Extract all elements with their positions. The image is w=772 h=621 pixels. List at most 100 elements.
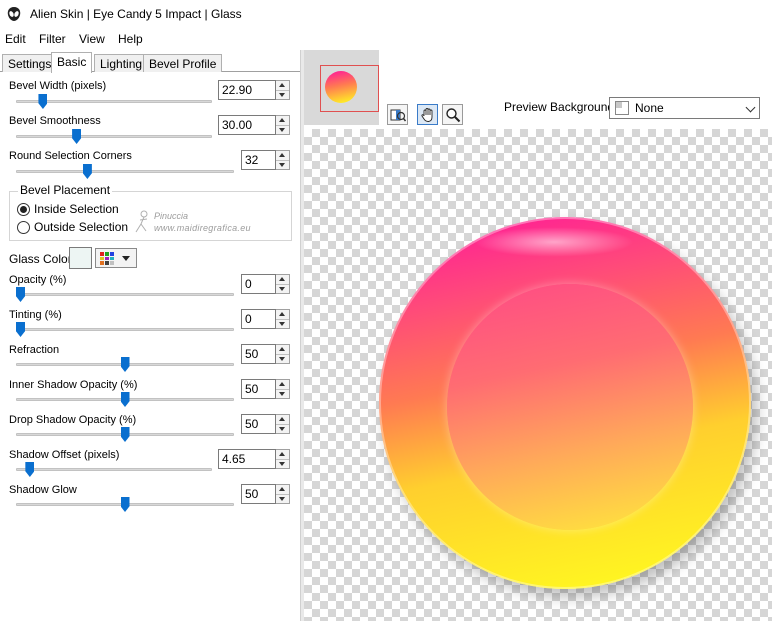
bevel-width-stepper[interactable]: 22.90	[218, 80, 290, 100]
chevron-down-icon[interactable]	[276, 354, 289, 363]
inner-shadow-slider-thumb[interactable]	[120, 392, 130, 407]
bevel-width-input[interactable]: 22.90	[218, 80, 276, 100]
refraction-spin-buttons[interactable]	[276, 344, 290, 364]
chevron-down-icon[interactable]	[276, 459, 289, 468]
zoom-tool-button[interactable]	[442, 104, 463, 125]
watermark-figure-icon	[135, 210, 148, 233]
chevron-up-icon[interactable]	[276, 415, 289, 425]
chevron-down-icon[interactable]	[745, 102, 756, 113]
tinting-stepper[interactable]: 0	[241, 309, 290, 329]
refraction-input[interactable]: 50	[241, 344, 276, 364]
menu-bar: Edit Filter View Help	[0, 30, 772, 50]
opacity-stepper[interactable]: 0	[241, 274, 290, 294]
chevron-down-icon	[122, 256, 130, 261]
shadow-offset-stepper[interactable]: 4.65	[218, 449, 290, 469]
inner-shadow-stepper[interactable]: 50	[241, 379, 290, 399]
shadow-offset-spin-buttons[interactable]	[276, 449, 290, 469]
radio-inside-selection[interactable]: Inside Selection	[17, 202, 119, 216]
pan-tool-button[interactable]	[417, 104, 438, 125]
bevel-smoothness-slider[interactable]	[16, 135, 212, 138]
before-after-icon	[390, 109, 406, 122]
chevron-down-icon[interactable]	[276, 319, 289, 328]
bevel-smoothness-input[interactable]: 30.00	[218, 115, 276, 135]
tinting-input[interactable]: 0	[241, 309, 276, 329]
tinting-label: Tinting (%)	[9, 309, 62, 321]
chevron-up-icon[interactable]	[276, 310, 289, 320]
drop-shadow-spin-buttons[interactable]	[276, 414, 290, 434]
before-after-button[interactable]	[387, 104, 408, 125]
chevron-down-icon[interactable]	[276, 125, 289, 134]
round-corners-slider-thumb[interactable]	[82, 164, 92, 179]
menu-view[interactable]: View	[79, 32, 105, 46]
bevel-width-spin-buttons[interactable]	[276, 80, 290, 100]
shadow-glow-spin-buttons[interactable]	[276, 484, 290, 504]
radio-outside-selection[interactable]: Outside Selection	[17, 220, 128, 234]
tab-lighting[interactable]: Lighting	[94, 54, 149, 72]
bevel-smoothness-spin-buttons[interactable]	[276, 115, 290, 135]
chevron-up-icon[interactable]	[276, 380, 289, 390]
chevron-up-icon[interactable]	[276, 151, 289, 161]
chevron-up-icon[interactable]	[276, 275, 289, 285]
round-corners-label: Round Selection Corners	[9, 150, 132, 162]
tab-bar: Settings Basic Lighting Bevel Profile	[0, 52, 300, 73]
shadow-glow-input[interactable]: 50	[241, 484, 276, 504]
menu-edit[interactable]: Edit	[5, 32, 26, 46]
radio-unchecked-icon[interactable]	[17, 220, 30, 234]
tab-bevel-profile[interactable]: Bevel Profile	[143, 54, 223, 72]
chevron-down-icon[interactable]	[276, 389, 289, 398]
navigator-thumbnail[interactable]	[304, 50, 379, 125]
round-corners-input[interactable]: 32	[241, 150, 276, 170]
chevron-down-icon[interactable]	[276, 424, 289, 433]
bevel-width-slider-thumb[interactable]	[38, 94, 48, 109]
chevron-up-icon[interactable]	[276, 485, 289, 495]
radio-checked-icon[interactable]	[17, 202, 30, 216]
chevron-up-icon[interactable]	[276, 345, 289, 355]
shadow-offset-slider[interactable]	[16, 468, 212, 471]
tinting-slider-thumb[interactable]	[16, 322, 25, 337]
tinting-spin-buttons[interactable]	[276, 309, 290, 329]
shadow-offset-input[interactable]: 4.65	[218, 449, 276, 469]
bevel-smoothness-stepper[interactable]: 30.00	[218, 115, 290, 135]
inner-shadow-input[interactable]: 50	[241, 379, 276, 399]
hand-pan-icon	[421, 108, 433, 122]
refraction-slider-thumb[interactable]	[120, 357, 130, 372]
opacity-input[interactable]: 0	[241, 274, 276, 294]
drop-shadow-slider-thumb[interactable]	[120, 427, 130, 442]
chevron-up-icon[interactable]	[276, 81, 289, 91]
chevron-down-icon[interactable]	[276, 284, 289, 293]
tab-basic[interactable]: Basic	[51, 52, 93, 73]
menu-help[interactable]: Help	[118, 32, 143, 46]
opacity-slider-thumb[interactable]	[16, 287, 25, 302]
bevel-smoothness-slider-thumb[interactable]	[72, 129, 82, 144]
chevron-up-icon[interactable]	[276, 450, 289, 460]
color-palette-button[interactable]	[95, 248, 137, 268]
opacity-spin-buttons[interactable]	[276, 274, 290, 294]
chevron-down-icon[interactable]	[276, 494, 289, 503]
glass-color-label: Glass Color	[9, 252, 72, 266]
preview-canvas[interactable]	[304, 129, 772, 621]
menu-filter[interactable]: Filter	[39, 32, 66, 46]
shadow-offset-slider-thumb[interactable]	[25, 462, 35, 477]
chevron-down-icon[interactable]	[276, 160, 289, 169]
drop-shadow-stepper[interactable]: 50	[241, 414, 290, 434]
chevron-down-icon[interactable]	[276, 90, 289, 99]
chevron-up-icon[interactable]	[276, 116, 289, 126]
drop-shadow-input[interactable]: 50	[241, 414, 276, 434]
bevel-placement-title: Bevel Placement	[18, 183, 113, 197]
glass-color-swatch[interactable]	[69, 247, 92, 269]
watermark-url: www.maidiregrafica.eu	[154, 223, 251, 233]
tinting-slider[interactable]	[16, 328, 234, 331]
inner-shadow-spin-buttons[interactable]	[276, 379, 290, 399]
opacity-slider[interactable]	[16, 293, 234, 296]
shadow-glow-slider-thumb[interactable]	[120, 497, 130, 512]
round-corners-slider[interactable]	[16, 170, 234, 173]
round-corners-stepper[interactable]: 32	[241, 150, 290, 170]
round-corners-spin-buttons[interactable]	[276, 150, 290, 170]
shadow-glow-stepper[interactable]: 50	[241, 484, 290, 504]
navigator-view-frame[interactable]	[320, 65, 379, 112]
refraction-stepper[interactable]: 50	[241, 344, 290, 364]
zoom-icon	[446, 108, 461, 123]
preview-background-select[interactable]: None	[609, 97, 760, 119]
tab-settings[interactable]: Settings	[2, 54, 58, 72]
preview-panel: Preview Background: None	[304, 50, 772, 621]
